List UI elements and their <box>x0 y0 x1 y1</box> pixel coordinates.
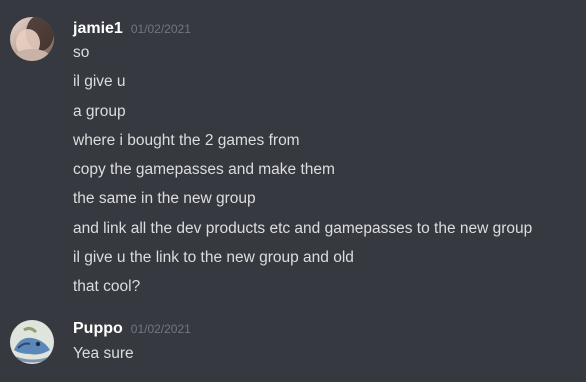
timestamp: 01/02/2021 <box>130 322 191 336</box>
user-avatar-photo-icon <box>10 17 54 61</box>
user-avatar-drawing-icon <box>10 320 54 364</box>
username[interactable]: jamie1 <box>73 20 123 38</box>
message-line: that cool? <box>73 278 141 295</box>
timestamp: 01/02/2021 <box>130 22 191 36</box>
username[interactable]: Puppo <box>73 320 123 338</box>
message-header: jamie1 01/02/2021 <box>73 20 191 40</box>
message-line: and link all the dev products etc and ga… <box>73 219 533 237</box>
message-header: Puppo 01/02/2021 <box>73 320 191 340</box>
message-line: il give u <box>73 73 126 91</box>
avatar-puppo[interactable] <box>10 320 54 364</box>
message-line: where i bought the 2 games from <box>73 131 300 149</box>
message-line: copy the gamepasses and make them <box>73 161 335 178</box>
message-content: Yea sure <box>73 343 586 372</box>
message-line: a group <box>73 102 126 120</box>
message-line: so <box>73 44 90 61</box>
avatar-jamie1[interactable] <box>10 17 54 61</box>
message-line: Yea sure <box>73 345 134 362</box>
message-line: il give u the link to the new group and … <box>73 248 354 266</box>
message-line: the same in the new group <box>73 190 256 208</box>
message-content: so il give u a group where i bought the … <box>73 42 586 305</box>
